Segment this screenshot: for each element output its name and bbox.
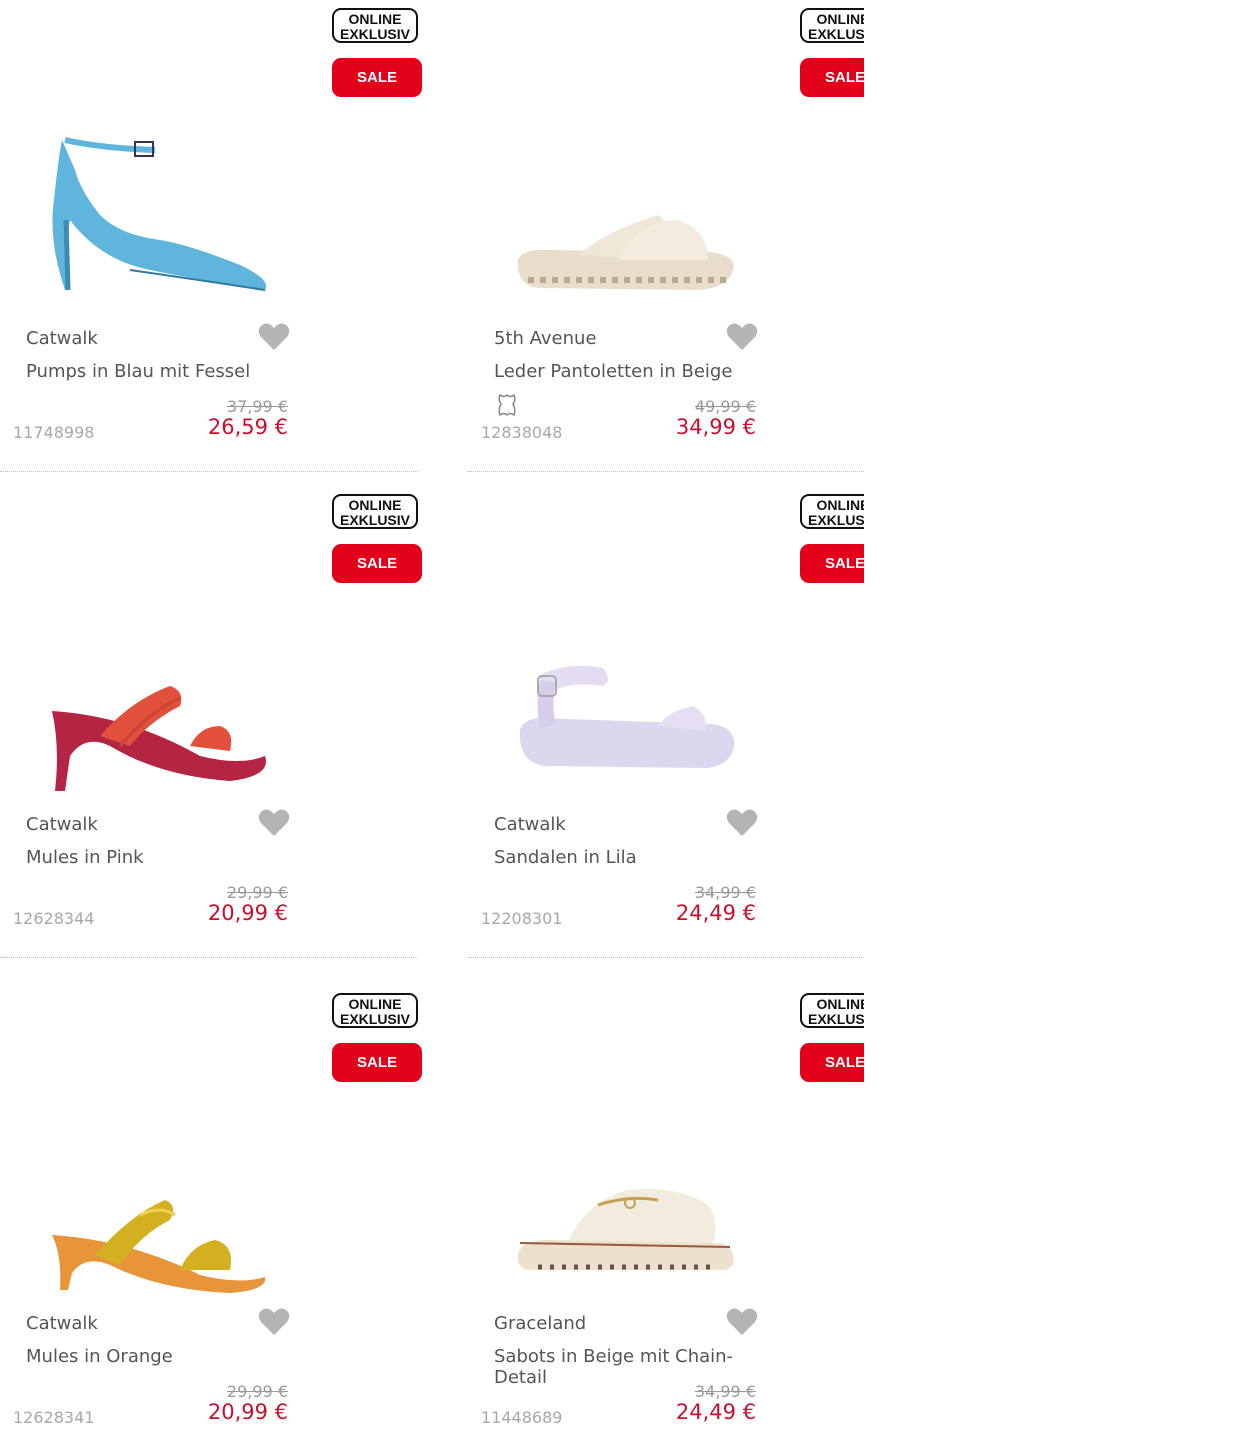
original-price: 37,99 € [226,397,288,416]
online-exclusive-badge: ONLINE EXKLUSIV [332,993,418,1028]
product-name[interactable]: Mules in Orange [26,1346,286,1367]
tile-divider [468,957,864,958]
product-grid: ONLINE EXKLUSIV SALE Catwalk Pumps in Bl… [0,0,864,1444]
orange-mule-icon[interactable] [40,1105,280,1295]
product-brand: Catwalk [26,328,98,349]
lilac-sandal-icon[interactable] [508,606,748,796]
sale-badge: SALE [800,1043,864,1082]
product-name[interactable]: Pumps in Blau mit Fessel [26,361,286,382]
product-sku: 12628344 [13,909,95,928]
pink-mule-icon[interactable] [40,606,280,796]
beige-sabot-icon[interactable] [508,1105,748,1295]
product-sku: 11748998 [13,423,95,442]
sale-price: 20,99 € [207,1400,288,1424]
online-exclusive-badge: ONLINE EXKLUSIV [332,8,418,43]
wishlist-heart-icon[interactable] [726,322,758,352]
wishlist-heart-icon[interactable] [258,1307,290,1337]
sale-price: 24,49 € [675,901,756,925]
sale-price: 24,49 € [675,1400,756,1424]
product-name[interactable]: Leder Pantoletten in Beige [494,361,754,382]
wishlist-heart-icon[interactable] [726,1307,758,1337]
beige-slide-icon[interactable] [508,120,748,310]
leather-icon [498,393,516,417]
original-price: 34,99 € [694,883,756,902]
product-name[interactable]: Mules in Pink [26,847,286,868]
original-price: 29,99 € [226,883,288,902]
product-sku: 12838048 [481,423,563,442]
tile-divider [0,471,418,472]
product-sku: 12208301 [481,909,563,928]
blue-pump-icon[interactable] [40,120,280,310]
product-tile[interactable]: ONLINE EXKLUSIV SALE Catwalk Mules in Pi… [0,486,422,984]
product-tile[interactable]: ONLINE EXKLUSIV SALE Graceland Sabots in… [468,985,864,1444]
product-brand: Catwalk [26,814,98,835]
online-exclusive-badge: ONLINE EXKLUSIV [332,494,418,529]
wishlist-heart-icon[interactable] [258,808,290,838]
product-brand: Catwalk [26,1313,98,1334]
product-tile[interactable]: ONLINE EXKLUSIV SALE 5th Avenue Leder Pa… [468,0,864,498]
sale-price: 26,59 € [207,415,288,439]
product-name[interactable]: Sandalen in Lila [494,847,754,868]
tile-divider [468,471,864,472]
product-brand: 5th Avenue [494,328,597,349]
product-sku: 12628341 [13,1408,95,1427]
sale-price: 20,99 € [207,901,288,925]
tile-divider [0,957,418,958]
sale-badge: SALE [332,1043,422,1082]
product-brand: Graceland [494,1313,587,1334]
original-price: 29,99 € [226,1382,288,1401]
sale-price: 34,99 € [675,415,756,439]
online-exclusive-badge: ONLINE EXKLUSIV [800,494,864,529]
sale-badge: SALE [800,58,864,97]
original-price: 34,99 € [694,1382,756,1401]
sale-badge: SALE [332,544,422,583]
sale-badge: SALE [332,58,422,97]
online-exclusive-badge: ONLINE EXKLUSIV [800,8,864,43]
product-sku: 11448689 [481,1408,563,1427]
product-tile[interactable]: ONLINE EXKLUSIV SALE Catwalk Pumps in Bl… [0,0,422,498]
product-tile[interactable]: ONLINE EXKLUSIV SALE Catwalk Mules in Or… [0,985,422,1444]
sale-badge: SALE [800,544,864,583]
product-brand: Catwalk [494,814,566,835]
wishlist-heart-icon[interactable] [726,808,758,838]
product-tile[interactable]: ONLINE EXKLUSIV SALE Catwalk Sandalen in… [468,486,864,984]
wishlist-heart-icon[interactable] [258,322,290,352]
original-price: 49,99 € [694,397,756,416]
online-exclusive-badge: ONLINE EXKLUSIV [800,993,864,1028]
